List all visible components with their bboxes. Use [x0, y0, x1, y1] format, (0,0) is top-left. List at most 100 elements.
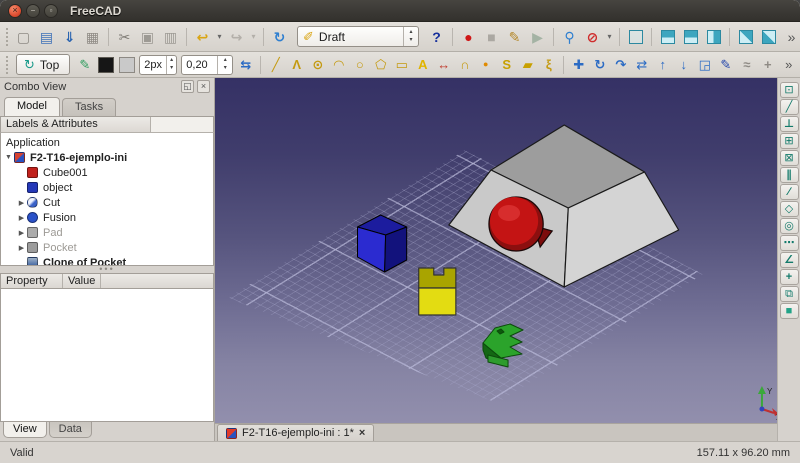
constraint-block-icon[interactable]: [780, 99, 799, 115]
draft-scale-icon[interactable]: [694, 55, 715, 75]
new-file-icon[interactable]: [12, 26, 35, 48]
draft-bezier-icon[interactable]: [538, 55, 559, 75]
draft-line-icon[interactable]: [265, 55, 286, 75]
macro-play-icon[interactable]: [526, 26, 549, 48]
document-tab[interactable]: F2-T16-ejemplo-ini : 1* ×: [217, 424, 374, 441]
draft-add-point-icon[interactable]: [757, 55, 778, 75]
document-tab-close-icon[interactable]: ×: [359, 427, 365, 439]
yellow-plate-lower[interactable]: [419, 288, 456, 315]
draft-move-icon[interactable]: [568, 55, 589, 75]
toolbar-overflow-chevron[interactable]: [778, 55, 799, 75]
panel-close-icon[interactable]: ×: [197, 80, 210, 93]
expander-icon[interactable]: ▶: [16, 214, 27, 222]
print-icon[interactable]: [81, 26, 104, 48]
tab-tasks[interactable]: Tasks: [62, 98, 116, 116]
blue-cube-left-face[interactable]: [358, 227, 386, 272]
scale-arrows[interactable]: ▴▾: [217, 56, 232, 74]
draft-wire-icon[interactable]: [286, 55, 307, 75]
redo-dropdown-caret[interactable]: [248, 26, 259, 48]
clone-constraint-icon[interactable]: [780, 286, 799, 302]
toolbar-drag-handle[interactable]: [6, 56, 8, 74]
draft-point-icon[interactable]: [475, 55, 496, 75]
draft-facebinder-icon[interactable]: [517, 55, 538, 75]
copy-icon[interactable]: [136, 26, 159, 48]
workbench-selector-arrows[interactable]: ▴▾: [403, 27, 418, 46]
view-axonometric-icon[interactable]: [624, 26, 647, 48]
constraint-angle-icon[interactable]: [780, 252, 799, 268]
property-column-header[interactable]: Property: [1, 274, 63, 288]
working-plane-button[interactable]: ↻ Top: [16, 54, 70, 75]
tree-item-pad[interactable]: ▶Pad: [1, 225, 213, 240]
macro-stop-icon[interactable]: [480, 26, 503, 48]
line-color-swatch[interactable]: [95, 55, 116, 75]
whats-this-icon[interactable]: [425, 26, 448, 48]
open-file-icon[interactable]: [35, 26, 58, 48]
toggle-construction-icon[interactable]: [780, 303, 799, 319]
workbench-selector[interactable]: ✐ Draft ▴▾: [297, 26, 419, 47]
tree-item-application[interactable]: Application: [1, 135, 213, 150]
constraint-parallel-icon[interactable]: [780, 167, 799, 183]
constraint-tangent-icon[interactable]: [780, 184, 799, 200]
constraint-toggle-icon[interactable]: [780, 235, 799, 251]
line-width-spinbox[interactable]: 2px ▴▾: [139, 55, 177, 75]
face-color-swatch[interactable]: [116, 55, 137, 75]
view-top-icon[interactable]: [679, 26, 702, 48]
construction-mode-icon[interactable]: [74, 55, 95, 75]
stop-dropdown-caret[interactable]: [604, 26, 615, 48]
scale-spinbox[interactable]: 0,20 ▴▾: [181, 55, 233, 75]
undo-icon[interactable]: [191, 26, 214, 48]
constraint-point-on-object-icon[interactable]: [780, 150, 799, 166]
draft-edit-icon[interactable]: [715, 55, 736, 75]
constraint-vertical-icon[interactable]: [780, 116, 799, 132]
expander-icon[interactable]: ▶: [16, 199, 27, 207]
constraint-coincident-icon[interactable]: [780, 133, 799, 149]
tree-item-cut[interactable]: ▶Cut: [1, 195, 213, 210]
macro-edit-icon[interactable]: [503, 26, 526, 48]
draft-polygon-icon[interactable]: [370, 55, 391, 75]
tree-item-fusion[interactable]: ▶Fusion: [1, 210, 213, 225]
titlebar[interactable]: × − ▫ FreeCAD: [0, 0, 800, 22]
save-icon[interactable]: [58, 26, 81, 48]
draft-rectangle-icon[interactable]: [391, 55, 412, 75]
tab-model[interactable]: Model: [4, 97, 60, 116]
toolbar-drag-handle[interactable]: [6, 28, 8, 46]
panel-splitter[interactable]: •••: [0, 266, 214, 273]
draft-rotate-icon[interactable]: [589, 55, 610, 75]
window-close-button[interactable]: ×: [8, 4, 22, 18]
draft-offset-icon[interactable]: [610, 55, 631, 75]
view-right-icon[interactable]: [702, 26, 725, 48]
redo-icon[interactable]: [225, 26, 248, 48]
toolbar-overflow-chevron[interactable]: [780, 26, 800, 48]
expander-icon[interactable]: ▶: [16, 244, 27, 252]
refresh-icon[interactable]: [268, 26, 291, 48]
window-minimize-button[interactable]: −: [26, 4, 40, 18]
add-constraint-icon[interactable]: [780, 269, 799, 285]
zoom-selection-icon[interactable]: [558, 26, 581, 48]
expander-icon[interactable]: ▼: [3, 154, 14, 161]
value-column-header[interactable]: Value: [63, 274, 101, 288]
draft-upgrade-icon[interactable]: [652, 55, 673, 75]
yellow-plate-upper[interactable]: [419, 268, 456, 288]
blue-cube-right-face[interactable]: [385, 227, 407, 272]
draft-shapestring-icon[interactable]: [496, 55, 517, 75]
draft-wire-to-bspline-icon[interactable]: [736, 55, 757, 75]
constraint-lock-icon[interactable]: [780, 82, 799, 98]
constraint-concentric-icon[interactable]: [780, 218, 799, 234]
tree-item-cube001[interactable]: Cube001: [1, 165, 213, 180]
tree-item-f2-t16-ejemplo-ini[interactable]: ▼F2-T16-ejemplo-ini: [1, 150, 213, 165]
3d-viewport[interactable]: Y X: [215, 78, 777, 423]
view-rear-icon[interactable]: [734, 26, 757, 48]
property-table-body[interactable]: [0, 289, 214, 422]
draft-circle-icon[interactable]: [307, 55, 328, 75]
undo-dropdown-caret[interactable]: [214, 26, 225, 48]
tab-view[interactable]: View: [3, 422, 47, 438]
draft-ellipse-icon[interactable]: [349, 55, 370, 75]
draft-downgrade-icon[interactable]: [673, 55, 694, 75]
view-front-icon[interactable]: [656, 26, 679, 48]
expander-icon[interactable]: ▶: [16, 229, 27, 237]
labels-attributes-header[interactable]: Labels & Attributes: [1, 117, 151, 132]
constraint-symmetric-icon[interactable]: [780, 201, 799, 217]
tree-item-pocket[interactable]: ▶Pocket: [1, 240, 213, 255]
draft-dimension-icon[interactable]: [433, 55, 454, 75]
window-maximize-button[interactable]: ▫: [44, 4, 58, 18]
